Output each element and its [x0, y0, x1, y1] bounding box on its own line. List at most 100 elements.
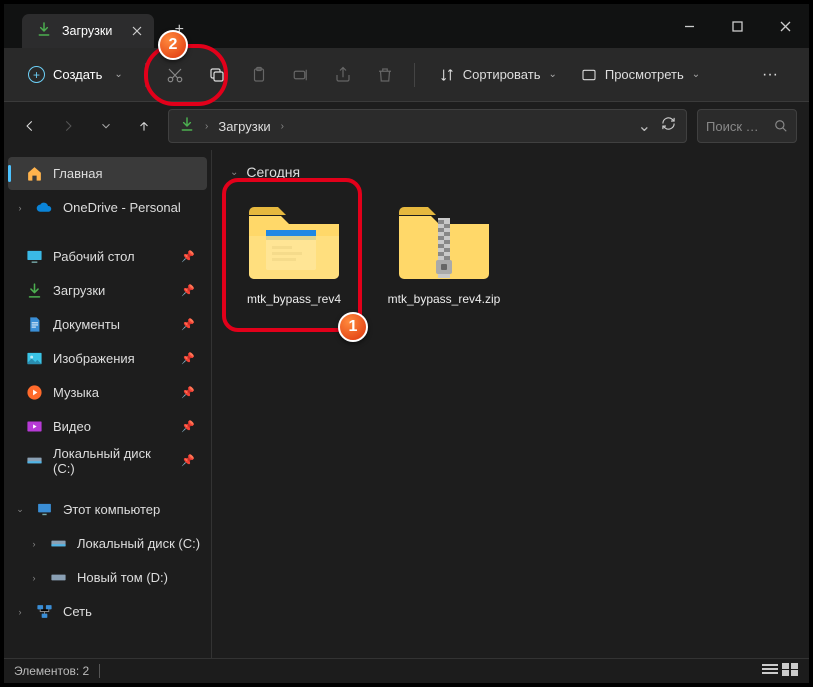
sidebar-label: Локальный диск (C:) [77, 536, 200, 551]
file-name: mtk_bypass_rev4.zip [388, 292, 501, 306]
chevron-right-icon[interactable]: › [28, 539, 40, 549]
pictures-icon [26, 350, 43, 367]
download-icon [179, 116, 195, 137]
sort-icon [439, 67, 455, 83]
cloud-icon [36, 199, 53, 216]
tab-downloads[interactable]: Загрузки [22, 14, 154, 48]
new-tab-button[interactable]: + [162, 13, 196, 47]
chevron-down-icon: ⌄ [692, 69, 700, 80]
chevron-right-icon: › [281, 121, 284, 132]
sort-label: Сортировать [463, 67, 541, 82]
home-icon [26, 165, 43, 182]
sidebar-item-local-c2[interactable]: › Локальный диск (C:) [8, 527, 207, 560]
share-icon[interactable] [324, 56, 362, 94]
view-label: Просмотреть [605, 67, 684, 82]
view-details-button[interactable] [761, 662, 779, 680]
sidebar-item-onedrive[interactable]: › OneDrive - Personal [8, 191, 207, 224]
drive-icon [26, 452, 43, 469]
sidebar-label: Этот компьютер [63, 502, 160, 517]
chevron-down-icon: ⌄ [548, 69, 556, 80]
sidebar-label: Музыка [53, 385, 99, 400]
pin-icon: 📌 [181, 386, 195, 399]
more-button[interactable]: ··· [751, 56, 789, 94]
pin-icon: 📌 [181, 250, 195, 263]
forward-button[interactable] [54, 112, 82, 140]
chevron-down-icon: ⌄ [114, 69, 122, 80]
maximize-button[interactable] [713, 4, 761, 48]
create-button[interactable]: + Создать ⌄ [16, 60, 135, 89]
view-icons-button[interactable] [781, 662, 799, 680]
pc-icon [36, 501, 53, 518]
close-tab-icon[interactable] [128, 22, 146, 40]
sidebar-label: Видео [53, 419, 91, 434]
group-header-today[interactable]: ⌄ Сегодня [230, 164, 791, 180]
recent-button[interactable] [92, 112, 120, 140]
rename-icon[interactable] [282, 56, 320, 94]
sidebar-item-home[interactable]: Главная [8, 157, 207, 190]
view-icon [581, 67, 597, 83]
sidebar-item-local-c[interactable]: Локальный диск (C:) 📌 [8, 444, 207, 477]
back-button[interactable] [16, 112, 44, 140]
sidebar-item-new-vol[interactable]: › Новый том (D:) [8, 561, 207, 594]
tab-label: Загрузки [62, 24, 112, 38]
sidebar-label: Локальный диск (C:) [53, 446, 171, 476]
breadcrumb-current[interactable]: Загрузки [218, 119, 270, 134]
paste-icon[interactable] [240, 56, 278, 94]
annotation-badge-1: 1 [338, 312, 368, 342]
refresh-icon[interactable] [661, 116, 676, 136]
status-bar: Элементов: 2 [4, 658, 809, 683]
sidebar: Главная › OneDrive - Personal Рабочий ст… [4, 150, 212, 658]
minimize-button[interactable] [665, 4, 713, 48]
sidebar-label: Сеть [63, 604, 92, 619]
file-item-zip[interactable]: mtk_bypass_rev4.zip [380, 188, 508, 316]
divider [145, 63, 146, 87]
music-icon [26, 384, 43, 401]
sidebar-item-desktop[interactable]: Рабочий стол📌 [8, 240, 207, 273]
sidebar-item-this-pc[interactable]: ⌄ Этот компьютер [8, 493, 207, 526]
search-placeholder: Поиск … [706, 119, 759, 134]
delete-icon[interactable] [366, 56, 404, 94]
search-input[interactable]: Поиск … [697, 109, 797, 143]
sidebar-item-downloads[interactable]: Загрузки📌 [8, 274, 207, 307]
desktop-icon [26, 248, 43, 265]
sidebar-item-videos[interactable]: Видео 📌 [8, 410, 207, 443]
documents-icon [26, 316, 43, 333]
sidebar-item-pictures[interactable]: Изображения📌 [8, 342, 207, 375]
drive-icon [50, 535, 67, 552]
sidebar-label: Загрузки [53, 283, 105, 298]
up-button[interactable] [130, 112, 158, 140]
close-window-button[interactable] [761, 4, 809, 48]
chevron-right-icon[interactable]: › [14, 607, 26, 617]
sidebar-item-documents[interactable]: Документы📌 [8, 308, 207, 341]
view-button[interactable]: Просмотреть ⌄ [573, 61, 708, 89]
chevron-right-icon[interactable]: › [14, 203, 26, 213]
copy-icon[interactable] [198, 56, 236, 94]
sidebar-label: OneDrive - Personal [63, 200, 181, 215]
group-label: Сегодня [246, 164, 300, 180]
pin-icon: 📌 [181, 454, 195, 467]
chevron-right-icon: › [205, 121, 208, 132]
tab-bar: Загрузки + [4, 4, 809, 48]
status-elements: Элементов: 2 [14, 664, 89, 678]
download-icon [26, 282, 43, 299]
pin-icon: 📌 [181, 420, 195, 433]
divider [99, 664, 100, 678]
sidebar-item-network[interactable]: › Сеть [8, 595, 207, 628]
breadcrumb[interactable]: › Загрузки › ⌄ [168, 109, 687, 143]
cut-icon[interactable] [156, 56, 194, 94]
sort-button[interactable]: Сортировать ⌄ [431, 61, 565, 89]
sidebar-label: Новый том (D:) [77, 570, 168, 585]
sidebar-item-music[interactable]: Музыка 📌 [8, 376, 207, 409]
create-label: Создать [53, 67, 102, 82]
chevron-right-icon[interactable]: › [28, 573, 40, 583]
sidebar-label: Главная [53, 166, 102, 181]
chevron-down-icon[interactable]: ⌄ [14, 504, 26, 515]
plus-icon: + [28, 66, 45, 83]
video-icon [26, 418, 43, 435]
chevron-down-icon[interactable]: ⌄ [638, 116, 651, 136]
file-name: mtk_bypass_rev4 [247, 292, 341, 306]
file-item-folder[interactable]: mtk_bypass_rev4 [230, 188, 358, 316]
folder-icon [244, 198, 344, 284]
toolbar: + Создать ⌄ Сортировать ⌄ Просмотреть ⌄ … [4, 48, 809, 102]
address-bar: › Загрузки › ⌄ Поиск … [4, 102, 809, 150]
